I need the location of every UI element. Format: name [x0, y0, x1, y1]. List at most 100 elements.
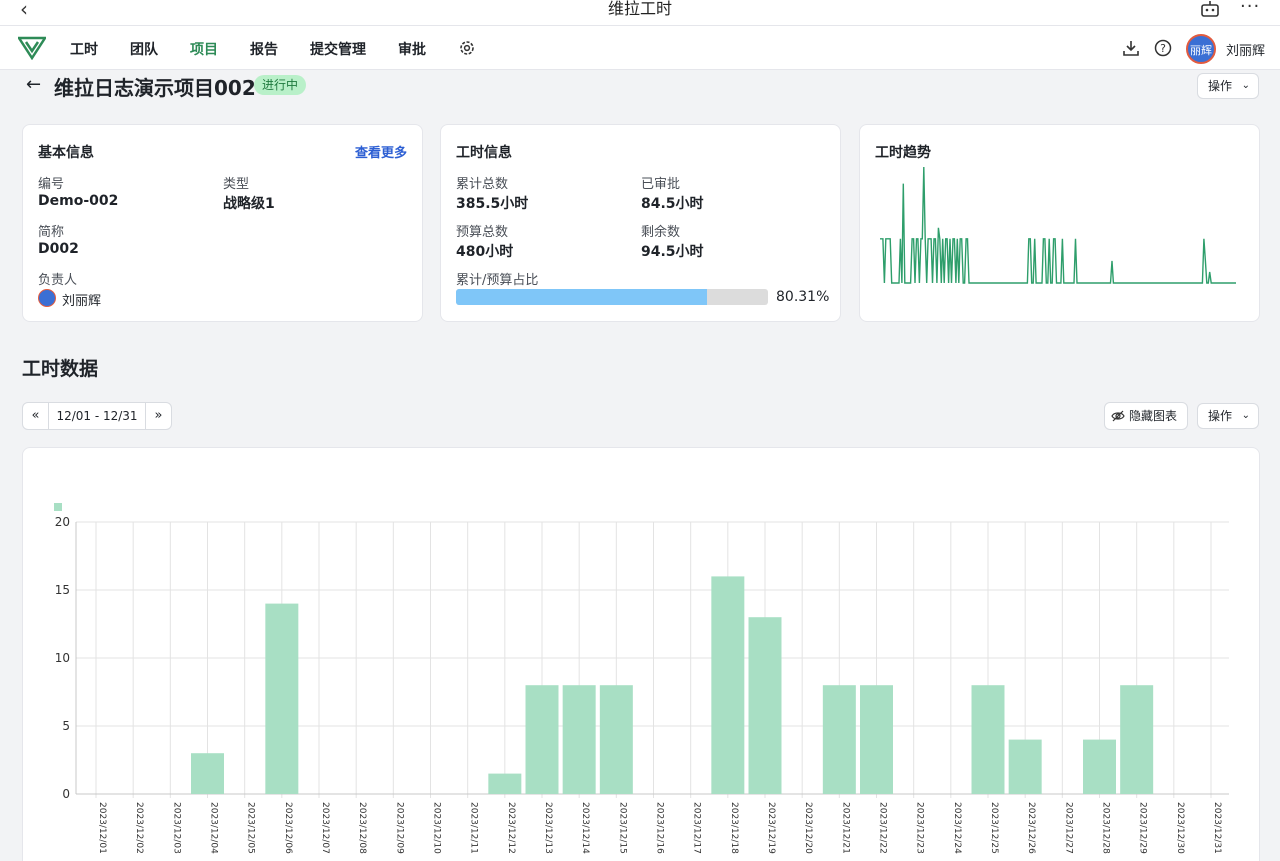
hide-chart-label: 隐藏图表: [1129, 409, 1178, 423]
x-tick-label: 2023/12/20: [803, 802, 813, 854]
x-tick-label: 2023/12/16: [655, 802, 665, 854]
nav-item-hours[interactable]: 工时: [70, 39, 98, 59]
owner-avatar: [38, 289, 56, 307]
bar-2023/12/06[interactable]: [265, 603, 299, 794]
code-value: Demo-002: [38, 193, 119, 209]
page-operation-button[interactable]: 操作 ⌄: [1197, 73, 1259, 99]
x-tick-label: 2023/12/29: [1138, 802, 1148, 854]
date-range-picker: « 12/01 - 12/31 »: [22, 402, 172, 430]
short-value: D002: [38, 241, 79, 257]
nav-item-submission[interactable]: 提交管理: [310, 39, 366, 59]
x-tick-label: 2023/12/31: [1212, 802, 1222, 854]
avatar[interactable]: 丽辉: [1186, 34, 1216, 64]
x-tick-label: 2023/12/09: [394, 802, 404, 854]
x-tick-label: 2023/12/22: [878, 802, 888, 854]
x-tick-label: 2023/12/03: [171, 802, 181, 854]
owner-label: 负责人: [38, 273, 78, 288]
more-icon[interactable]: ···: [1240, 0, 1260, 17]
svg-text:?: ?: [1160, 42, 1166, 55]
x-tick-label: 2023/12/21: [840, 802, 850, 854]
x-tick-label: 2023/12/26: [1026, 802, 1036, 854]
x-tick-label: 2023/12/08: [357, 802, 367, 854]
page-title: 维拉日志演示项目002: [54, 76, 256, 100]
trend-sparkline: [880, 166, 1236, 284]
x-tick-label: 2023/12/28: [1101, 802, 1111, 854]
robot-icon[interactable]: [1200, 1, 1220, 17]
bar-2023/12/04[interactable]: [191, 753, 224, 794]
gear-icon[interactable]: [458, 39, 476, 57]
ratio-progress-bar: [456, 289, 768, 305]
chevron-down-icon: ⌄: [1241, 80, 1250, 91]
chart-operation-button[interactable]: 操作 ⌄: [1197, 403, 1259, 429]
bar-2023/12/14[interactable]: [562, 685, 596, 794]
nav-item-project[interactable]: 项目: [190, 39, 218, 59]
x-tick-label: 2023/12/04: [209, 802, 219, 854]
bar-2023/12/21[interactable]: [822, 685, 856, 794]
x-tick-label: 2023/12/11: [469, 802, 479, 854]
x-tick-label: 2023/12/25: [989, 802, 999, 854]
card-title: 工时趋势: [875, 145, 931, 161]
date-range-text[interactable]: 12/01 - 12/31: [49, 403, 145, 429]
budget-value: 480小时: [456, 244, 514, 260]
x-tick-label: 2023/12/07: [320, 802, 330, 854]
title-bar: ‹ 维拉工时 ···: [0, 0, 1280, 26]
hours-info-card: 工时信息 累计总数 385.5小时 已审批 84.5小时 预算总数 480小时 …: [440, 124, 841, 322]
hide-chart-button[interactable]: 隐藏图表: [1104, 402, 1188, 430]
approved-value: 84.5小时: [641, 196, 704, 212]
type-label: 类型: [223, 177, 250, 192]
bar-2023/12/26[interactable]: [1008, 739, 1042, 794]
legend-swatch: [54, 503, 62, 511]
section-title: 工时数据: [22, 358, 99, 380]
prev-range-icon[interactable]: «: [23, 403, 49, 429]
logo-icon[interactable]: [18, 36, 46, 60]
x-tick-label: 2023/12/15: [617, 802, 627, 854]
x-tick-label: 2023/12/17: [692, 802, 702, 854]
chart-card: 0 5 10 15 20 2023/12/01 2023/12/02 2023/12/03 20…: [22, 447, 1260, 861]
ratio-value: 80.31%: [776, 289, 830, 305]
bar-2023/12/12[interactable]: [488, 773, 522, 794]
bar-2023/12/28[interactable]: [1083, 739, 1116, 794]
x-tick-label: 2023/12/30: [1175, 802, 1185, 854]
total-label: 累计总数: [456, 177, 509, 192]
basic-info-card: 基本信息 查看更多 编号 Demo-002 类型 战略级1 简称 D002 负责…: [22, 124, 423, 322]
trend-line: [880, 166, 1236, 284]
remain-value: 94.5小时: [641, 244, 704, 260]
short-label: 简称: [38, 225, 65, 240]
approved-label: 已审批: [641, 177, 681, 192]
bar-2023/12/29[interactable]: [1120, 685, 1154, 794]
help-icon[interactable]: ?: [1154, 39, 1172, 57]
back-arrow-icon[interactable]: ←: [26, 74, 41, 95]
x-tick-label: 2023/12/14: [580, 802, 590, 854]
user-name[interactable]: 刘丽辉: [1226, 40, 1265, 59]
total-value: 385.5小时: [456, 196, 529, 212]
bar-2023/12/13[interactable]: [525, 685, 559, 794]
x-tick-label: 2023/12/24: [952, 802, 962, 854]
type-value: 战略级1: [223, 196, 275, 212]
bar-2023/12/25[interactable]: [971, 685, 1005, 794]
nav-item-team[interactable]: 团队: [130, 39, 158, 59]
code-label: 编号: [38, 177, 65, 192]
top-nav: 工时 团队 项目 报告 提交管理 审批 ? 丽辉 刘丽辉: [0, 26, 1280, 70]
eye-off-icon: [1111, 410, 1125, 422]
y-tick-label: 20: [55, 515, 70, 529]
view-more-link[interactable]: 查看更多: [355, 142, 407, 161]
card-title: 基本信息: [38, 145, 94, 161]
download-icon[interactable]: [1122, 39, 1140, 57]
x-tick-label: 2023/12/23: [915, 802, 925, 854]
bar-2023/12/15[interactable]: [599, 685, 633, 794]
bar-2023/12/19[interactable]: [748, 617, 782, 794]
x-tick-label: 2023/12/19: [766, 802, 776, 854]
nav-item-approval[interactable]: 审批: [398, 39, 426, 59]
next-range-icon[interactable]: »: [145, 403, 171, 429]
bar-2023/12/22[interactable]: [860, 685, 893, 794]
x-tick-label: 2023/12/13: [543, 802, 553, 854]
remain-label: 剩余数: [641, 225, 681, 240]
x-tick-label: 2023/12/10: [432, 802, 442, 854]
owner-name: 刘丽辉: [62, 294, 102, 309]
y-tick-label: 15: [55, 583, 70, 597]
bar-2023/12/18[interactable]: [711, 576, 745, 794]
x-tick-label: 2023/12/27: [1063, 802, 1073, 854]
nav-item-report[interactable]: 报告: [250, 39, 278, 59]
x-tick-label: 2023/12/18: [729, 802, 739, 854]
operation-label: 操作: [1208, 409, 1233, 423]
